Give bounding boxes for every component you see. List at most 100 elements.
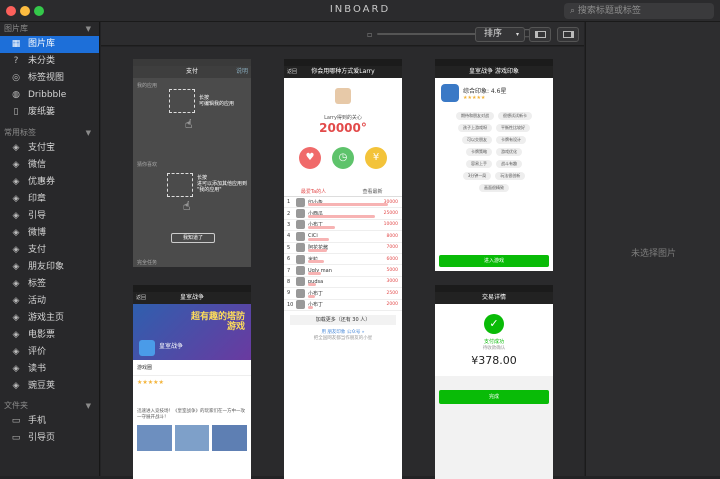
- search-icon: ⌕: [570, 6, 576, 16]
- sidebar-item-label: Dribbble: [28, 90, 67, 100]
- sub-text: 待收款确认: [482, 346, 506, 351]
- image-thumbnail[interactable]: 返回 你会用哪种方式爱Larry Larry得到的关心 20000° ♥ ◷ ¥ …: [284, 59, 402, 479]
- sidebar-item-tag-view[interactable]: ◎ 标签视图: [0, 70, 99, 87]
- sidebar: 图片库 ▼ ▦ 图片库 ? 未分类 ◎ 标签视图 ◍ Dribbble ▯ 废纸篓 常用标签…: [0, 22, 100, 476]
- avatar: [296, 266, 305, 276]
- sidebar-item-folder-guide[interactable]: ▭ 引导页: [0, 430, 99, 447]
- search-input[interactable]: ⌕ 搜索标题或标签: [564, 3, 714, 19]
- chevron-down-icon[interactable]: ▼: [86, 22, 91, 36]
- sort-button[interactable]: 排序 ▾: [475, 27, 525, 42]
- folder-icon: ▭: [11, 433, 21, 443]
- sidebar-item-tag[interactable]: ◈ 读书: [0, 361, 99, 378]
- sidebar-item-label: 图片库: [28, 39, 56, 49]
- amount-value: ¥378.00: [471, 354, 517, 367]
- section-label: 常用标签: [4, 128, 36, 137]
- enter-game-button[interactable]: 进入游戏: [439, 255, 549, 267]
- sidebar-item-uncategorized[interactable]: ? 未分类: [0, 53, 99, 70]
- sidebar-item-tag[interactable]: ◈ 引导: [0, 208, 99, 225]
- impression-tag: 平衡性比较好: [496, 124, 530, 132]
- sidebar-item-tag[interactable]: ◈ 评价: [0, 344, 99, 361]
- rating-stars: ★★★★★: [137, 379, 164, 386]
- sidebar-item-tag[interactable]: ◈ 电影票: [0, 327, 99, 344]
- got-it-button[interactable]: 我知道了: [171, 233, 215, 243]
- game-banner: 超有趣的塔防游戏 皇室战争: [133, 304, 251, 360]
- sidebar-item-label: 支付宝: [28, 143, 56, 153]
- screenshot-strip: [133, 421, 251, 455]
- tag-icon: ◈: [12, 228, 20, 238]
- image-thumbnail[interactable]: 返回 皇室战争 超有趣的塔防游戏 皇室战争 游戏圈 ★★★★★ 迅速进入竞技场！《…: [133, 285, 251, 479]
- status-bar: [284, 59, 402, 66]
- checkmark-icon: ✓: [484, 314, 504, 334]
- sidebar-item-dribbble[interactable]: ◍ Dribbble: [0, 87, 99, 104]
- avatar: [296, 220, 305, 230]
- section-label: 图片库: [4, 24, 28, 33]
- image-thumbnail[interactable]: 皇室战争 游戏印象 综合印象: 4.6星 ★★★★★ 期待和朋友对战 很想试试新卡孩…: [435, 59, 553, 271]
- sidebar-item-label: 优惠券: [28, 177, 56, 187]
- sidebar-section-tags[interactable]: 常用标签 ▼: [0, 126, 99, 140]
- sidebar-item-label: 废纸篓: [28, 107, 56, 117]
- chevron-down-icon[interactable]: ▼: [86, 399, 91, 413]
- image-grid: 支付 说明 我的应用 长按 可编辑我的应用 ☝ 猜你喜欢 长按 进可以添加其他应用到 "…: [101, 47, 584, 479]
- sidebar-item-label: 评价: [28, 347, 47, 357]
- rank-bar: [308, 214, 375, 218]
- section-label: 文件夹: [4, 401, 28, 410]
- list-item: 7 Ugly man 5000: [284, 265, 402, 277]
- tag-icon: ◈: [12, 143, 20, 153]
- chevron-down-icon[interactable]: ▼: [86, 126, 91, 140]
- sidebar-item-label: 游戏主页: [28, 313, 65, 323]
- sidebar-item-tag[interactable]: ◈ 微信: [0, 157, 99, 174]
- done-button[interactable]: 完成: [439, 390, 549, 404]
- impression-tag: 卡牌有设计: [496, 136, 526, 144]
- sidebar-item-tag[interactable]: ◈ 优惠券: [0, 174, 99, 191]
- tag-icon: ◈: [12, 194, 20, 204]
- sidebar-item-tag[interactable]: ◈ 豌豆荚: [0, 378, 99, 395]
- sidebar-section-library[interactable]: 图片库 ▼: [0, 22, 99, 36]
- image-thumbnail[interactable]: 支付 说明 我的应用 长按 可编辑我的应用 ☝ 猜你喜欢 长按 进可以添加其他应用到 "…: [133, 59, 251, 267]
- tag-cloud: 期待和朋友对战 很想试试新卡 孩子上游戏呀 平衡性比较好 可以交朋友 卡牌有设计 卡牌策略游…: [435, 108, 553, 196]
- rank-value: 2500: [386, 290, 398, 296]
- screenshot: [212, 425, 248, 451]
- thumb-section: 猜你喜欢: [137, 162, 158, 168]
- sidebar-item-tag[interactable]: ◈ 印章: [0, 191, 99, 208]
- rank-number: 8: [287, 278, 291, 285]
- yuan-icon: ¥: [365, 147, 387, 169]
- sidebar-item-library[interactable]: ▦ 图片库: [0, 36, 99, 53]
- tab-favorite[interactable]: 最爱Ta的人: [284, 187, 343, 196]
- zoom-out-icon[interactable]: ▫: [367, 30, 372, 39]
- sidebar-item-tag[interactable]: ◈ 支付宝: [0, 140, 99, 157]
- sidebar-item-tag[interactable]: ◈ 微博: [0, 225, 99, 242]
- sidebar-item-label: 活动: [28, 296, 47, 306]
- sidebar-item-tag[interactable]: ◈ 支付: [0, 242, 99, 259]
- sidebar-item-label: 印章: [28, 194, 47, 204]
- game-header: 综合印象: 4.6星 ★★★★★: [435, 78, 553, 108]
- dashed-box: [167, 173, 193, 197]
- thumb-nav: 皇室战争 游戏印象: [435, 66, 553, 78]
- rank-bar: [308, 283, 316, 287]
- rank-bar: [308, 248, 327, 252]
- tab-latest[interactable]: 查看最新: [343, 187, 402, 196]
- sidebar-item-folder-phone[interactable]: ▭ 手机: [0, 413, 99, 430]
- rank-bar: [308, 260, 324, 264]
- tag-icon: ◈: [12, 347, 20, 357]
- rank-value: 6000: [386, 256, 398, 262]
- toggle-sidebar-button[interactable]: [529, 27, 551, 42]
- hand-pointer-icon: ☝: [183, 199, 191, 213]
- sidebar-item-label: 未分类: [28, 56, 56, 66]
- game-icon: [139, 340, 155, 356]
- sidebar-item-label: 读书: [28, 364, 47, 374]
- image-thumbnail[interactable]: 交易详情 ✓ 支付成功 待收款确认 ¥378.00 完成: [435, 285, 553, 479]
- rank-bar: [308, 226, 335, 230]
- thumb-section: 完全任务: [137, 260, 158, 266]
- heart-icon: ♥: [299, 147, 321, 169]
- sidebar-item-tag[interactable]: ◈ 朋友印象: [0, 259, 99, 276]
- sidebar-item-trash[interactable]: ▯ 废纸篓: [0, 104, 99, 121]
- rank-value: 5000: [386, 268, 398, 274]
- load-more-button[interactable]: 加载更多（还有 30 人）: [290, 314, 396, 325]
- sidebar-item-tag[interactable]: ◈ 标签: [0, 276, 99, 293]
- toggle-preview-button[interactable]: [557, 27, 579, 42]
- sidebar-item-tag[interactable]: ◈ 活动: [0, 293, 99, 310]
- sidebar-section-folders[interactable]: 文件夹 ▼: [0, 399, 99, 413]
- sidebar-item-tag[interactable]: ◈ 游戏主页: [0, 310, 99, 327]
- thumb-caption: Larry得到的关心: [324, 115, 362, 121]
- tip-line: 可编辑我的应用: [199, 101, 235, 107]
